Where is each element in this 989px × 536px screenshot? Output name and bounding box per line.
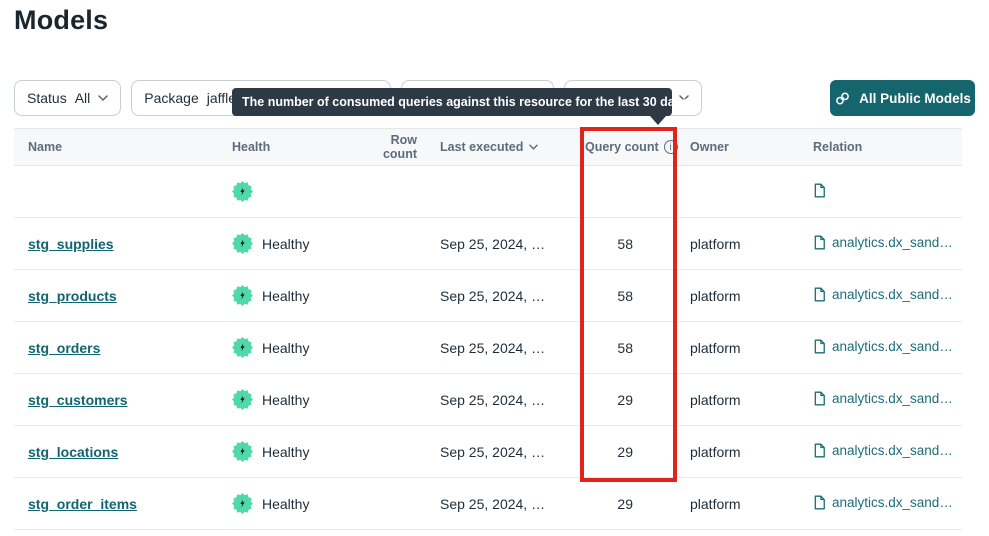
query-count-tooltip: The number of consumed queries against t… xyxy=(232,88,672,116)
column-header-name: Name xyxy=(14,140,232,154)
healthy-badge-icon xyxy=(232,389,253,410)
status-filter-label: Status xyxy=(27,90,67,106)
sort-chevron-icon xyxy=(529,144,538,150)
table-row: stg_orders Healthy Sep 25, 2024, … 58 pl… xyxy=(14,322,962,374)
healthy-badge-icon xyxy=(232,441,253,462)
healthy-badge-icon xyxy=(232,285,253,306)
document-icon xyxy=(813,339,826,354)
relation-label: analytics.dx_sand… xyxy=(832,235,953,250)
model-name-link[interactable]: stg_products xyxy=(28,288,117,304)
health-status-label: Healthy xyxy=(262,288,309,304)
document-icon xyxy=(813,391,826,406)
model-name-link[interactable]: stg_order_items xyxy=(28,496,137,512)
owner-value: platform xyxy=(661,444,792,460)
models-table: Name Health Row count Last executed Quer… xyxy=(14,128,962,530)
healthy-badge-icon xyxy=(232,493,253,514)
relation-link[interactable]: analytics.dx_sand… xyxy=(813,339,953,354)
all-public-models-label: All Public Models xyxy=(859,91,971,106)
model-name-link[interactable]: stg_orders xyxy=(28,340,100,356)
healthy-badge-icon xyxy=(232,337,253,358)
last-executed-value: Sep 25, 2024, … xyxy=(417,288,569,304)
query-count-value: 29 xyxy=(569,496,661,512)
table-row: stg_products Healthy Sep 25, 2024, … 58 … xyxy=(14,270,962,322)
health-status-label: Healthy xyxy=(262,340,309,356)
last-executed-value: Sep 25, 2024, … xyxy=(417,236,569,252)
model-name-link[interactable]: stg_locations xyxy=(28,444,118,460)
link-icon xyxy=(831,86,855,110)
table-header-row: Name Health Row count Last executed Quer… xyxy=(14,128,962,166)
table-body: stg_supplies Healthy Sep 25, 2024, … 58 … xyxy=(14,166,962,530)
chevron-down-icon xyxy=(98,95,108,101)
last-executed-value: Sep 25, 2024, … xyxy=(417,392,569,408)
relation-link[interactable] xyxy=(813,183,832,198)
owner-value: platform xyxy=(661,236,792,252)
owner-value: platform xyxy=(661,392,792,408)
document-icon xyxy=(813,183,826,198)
last-executed-value: Sep 25, 2024, … xyxy=(417,340,569,356)
relation-link[interactable]: analytics.dx_sand… xyxy=(813,495,953,510)
relation-link[interactable]: analytics.dx_sand… xyxy=(813,391,953,406)
status-filter-value: All xyxy=(75,90,91,106)
relation-label: analytics.dx_sand… xyxy=(832,391,953,406)
query-count-value: 58 xyxy=(569,288,661,304)
healthy-badge-icon xyxy=(232,233,253,254)
query-count-value: 58 xyxy=(569,340,661,356)
model-name-link[interactable]: stg_customers xyxy=(28,392,128,408)
relation-label: analytics.dx_sand… xyxy=(832,443,953,458)
last-executed-value: Sep 25, 2024, … xyxy=(417,496,569,512)
document-icon xyxy=(813,287,826,302)
document-icon xyxy=(813,495,826,510)
document-icon xyxy=(813,443,826,458)
relation-link[interactable]: analytics.dx_sand… xyxy=(813,235,953,250)
page-title: Models xyxy=(14,4,108,36)
query-count-value: 58 xyxy=(569,236,661,252)
relation-link[interactable]: analytics.dx_sand… xyxy=(813,287,953,302)
column-header-owner: Owner xyxy=(661,140,792,154)
health-status-label: Healthy xyxy=(262,496,309,512)
relation-label: analytics.dx_sand… xyxy=(832,287,953,302)
model-name-link[interactable]: stg_supplies xyxy=(28,236,114,252)
health-status-label: Healthy xyxy=(262,392,309,408)
table-row: stg_supplies Healthy Sep 25, 2024, … 58 … xyxy=(14,218,962,270)
health-status-label: Healthy xyxy=(262,444,309,460)
query-count-value: 29 xyxy=(569,392,661,408)
query-count-value: 29 xyxy=(569,444,661,460)
relation-label: analytics.dx_sand… xyxy=(832,339,953,354)
table-row xyxy=(14,166,962,218)
models-page: Models Status All Package jaffle_ All Pu… xyxy=(0,0,989,536)
owner-value: platform xyxy=(661,340,792,356)
column-header-relation: Relation xyxy=(792,140,962,154)
document-icon xyxy=(813,235,826,250)
column-header-query-count: Query count i xyxy=(569,140,661,154)
table-row: stg_order_items Healthy Sep 25, 2024, … … xyxy=(14,478,962,530)
healthy-badge-icon xyxy=(232,181,253,202)
relation-label: analytics.dx_sand… xyxy=(832,495,953,510)
last-executed-value: Sep 25, 2024, … xyxy=(417,444,569,460)
owner-value: platform xyxy=(661,496,792,512)
column-header-row-count: Row count xyxy=(362,133,417,161)
status-filter[interactable]: Status All xyxy=(14,80,121,116)
table-row: stg_customers Healthy Sep 25, 2024, … 29… xyxy=(14,374,962,426)
package-filter-label: Package xyxy=(144,90,198,106)
health-status-label: Healthy xyxy=(262,236,309,252)
column-header-last-executed[interactable]: Last executed xyxy=(417,140,569,154)
all-public-models-button[interactable]: All Public Models xyxy=(830,80,975,116)
owner-value: platform xyxy=(661,288,792,304)
table-row: stg_locations Healthy Sep 25, 2024, … 29… xyxy=(14,426,962,478)
column-header-health: Health xyxy=(232,140,362,154)
relation-link[interactable]: analytics.dx_sand… xyxy=(813,443,953,458)
